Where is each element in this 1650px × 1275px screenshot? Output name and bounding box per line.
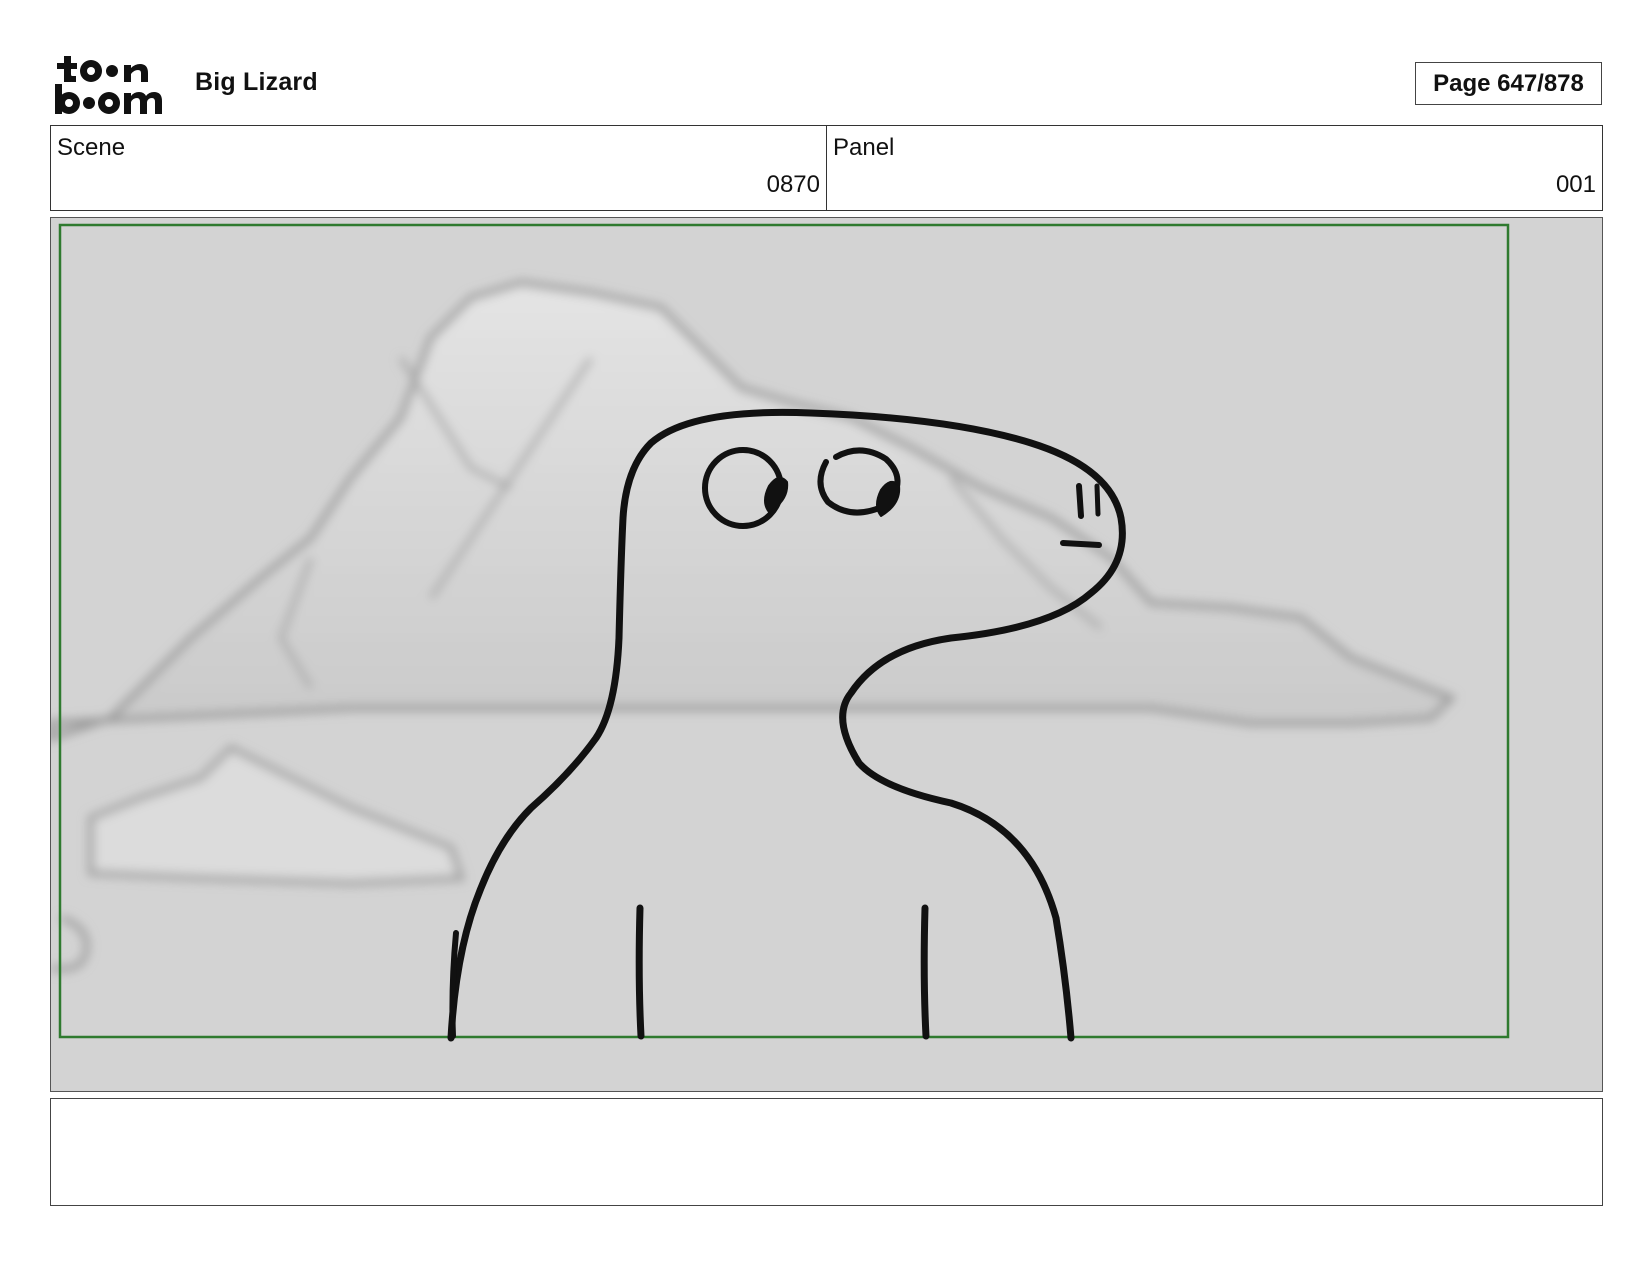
scene-number: 0870 <box>766 171 820 198</box>
scene-label: Scene <box>57 134 126 161</box>
storyboard-panel-image <box>50 217 1603 1092</box>
panel-artwork <box>51 218 1601 1090</box>
panel-notes-box <box>50 1098 1603 1206</box>
project-title: Big Lizard <box>195 68 318 96</box>
toon-boom-logo <box>55 56 162 114</box>
panel-number: 001 <box>1555 171 1596 198</box>
panel-cell: Panel 001 <box>826 126 1602 210</box>
scene-cell: Scene 0870 <box>51 126 826 210</box>
panel-label: Panel <box>833 134 895 161</box>
page-indicator: Page 647/878 <box>1415 62 1602 105</box>
scene-panel-info-row: Scene 0870 Panel 001 <box>50 125 1603 211</box>
